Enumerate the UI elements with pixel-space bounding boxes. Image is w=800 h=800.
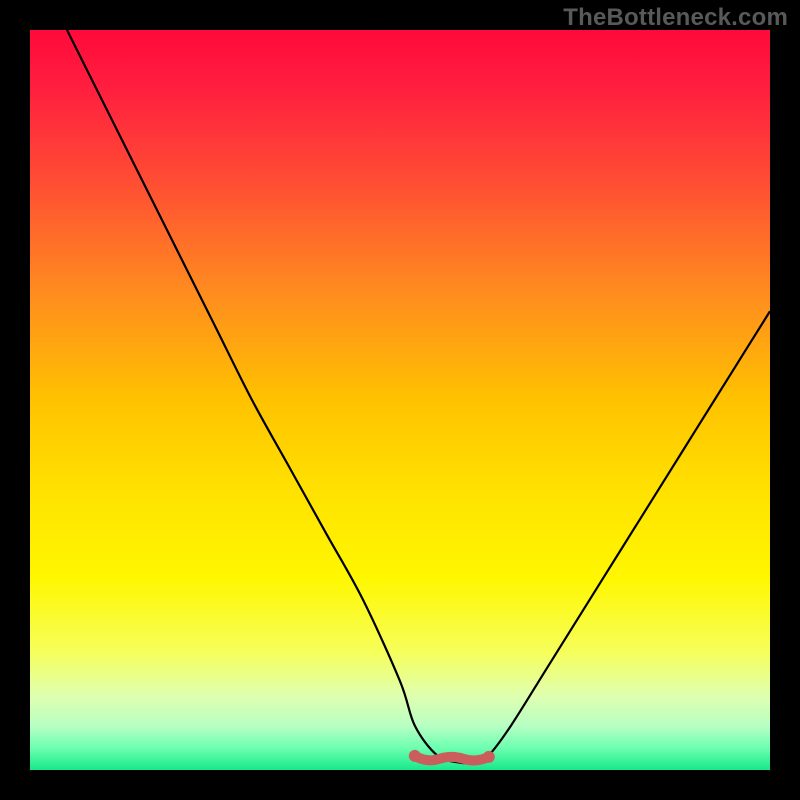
watermark-text: TheBottleneck.com — [563, 4, 788, 32]
optimal-range-right-dot — [483, 751, 495, 763]
gradient-background — [30, 30, 770, 770]
optimal-range-marker — [415, 756, 489, 761]
bottleneck-chart — [30, 30, 770, 770]
optimal-range-left-dot — [409, 750, 421, 762]
chart-frame: TheBottleneck.com — [0, 0, 800, 800]
plot-area — [30, 30, 770, 770]
